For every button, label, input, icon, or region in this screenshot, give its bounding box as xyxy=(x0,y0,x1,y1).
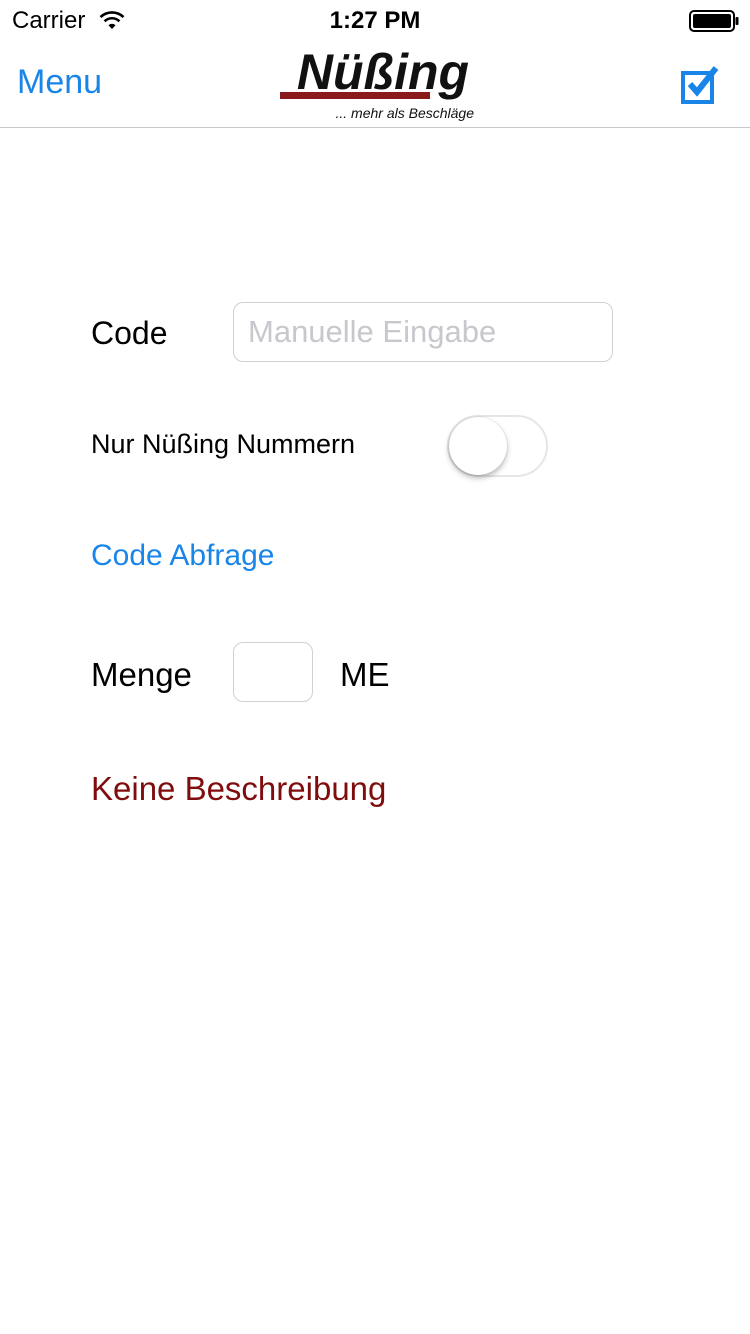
clock: 1:27 PM xyxy=(329,7,421,34)
status-bar: Carrier 1:27 PM xyxy=(0,0,750,40)
screen: Carrier 1:27 PM Menu Nüßing ... mehr als… xyxy=(0,0,750,1334)
logo-wordmark: Nüßing xyxy=(297,45,469,100)
checkbox-checked-icon xyxy=(681,66,719,104)
code-label: Code xyxy=(91,315,168,351)
navigation-bar: Menu Nüßing ... mehr als Beschläge xyxy=(0,40,750,128)
nur-nuessing-toggle[interactable] xyxy=(447,415,548,477)
menu-button[interactable]: Menu xyxy=(17,63,102,102)
toggle-knob xyxy=(449,417,507,475)
unit-label: ME xyxy=(340,656,390,693)
battery-icon xyxy=(689,10,739,32)
nuessing-logo: Nüßing ... mehr als Beschläge xyxy=(280,45,474,121)
logo-tagline: ... mehr als Beschläge xyxy=(335,105,474,121)
menge-label: Menge xyxy=(91,656,192,693)
code-input[interactable] xyxy=(233,302,613,362)
description-text: Keine Beschreibung xyxy=(91,770,387,807)
confirm-button[interactable] xyxy=(680,65,720,105)
nur-nuessing-label: Nur Nüßing Nummern xyxy=(91,429,356,459)
menge-input[interactable] xyxy=(233,642,313,702)
code-abfrage-link[interactable]: Code Abfrage xyxy=(91,539,274,573)
